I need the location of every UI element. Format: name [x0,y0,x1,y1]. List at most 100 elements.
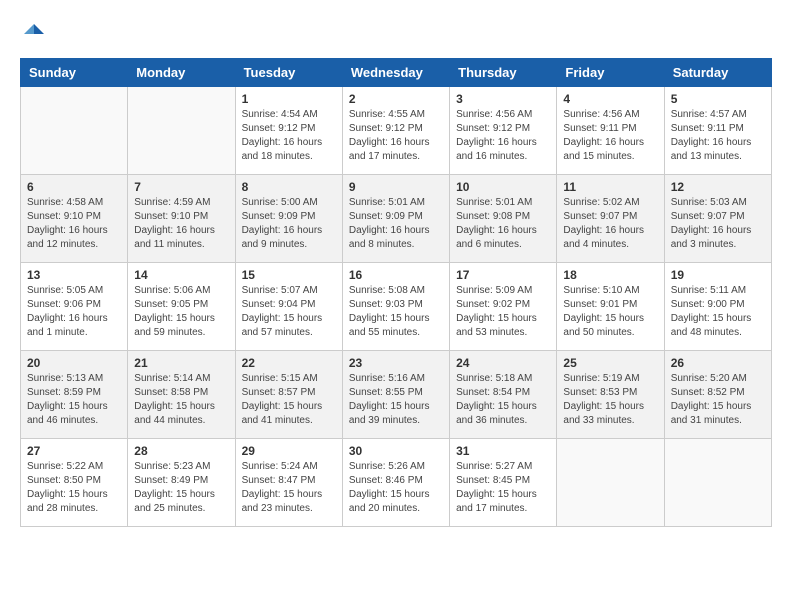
calendar-cell: 2 Sunrise: 4:55 AM Sunset: 9:12 PM Daylig… [342,87,449,175]
day-info: Sunrise: 5:07 AM Sunset: 9:04 PM Dayligh… [242,284,336,340]
logo [20,20,52,48]
calendar-cell: 8 Sunrise: 5:00 AM Sunset: 9:09 PM Daylig… [235,175,342,263]
day-number: 10 [456,180,550,194]
day-number: 9 [349,180,443,194]
day-info: Sunrise: 5:11 AM Sunset: 9:00 PM Dayligh… [671,284,765,340]
calendar-cell [664,439,771,527]
calendar-week-row: 13 Sunrise: 5:05 AM Sunset: 9:06 PM Dayli… [21,263,772,351]
day-info: Sunrise: 5:01 AM Sunset: 9:09 PM Dayligh… [349,196,443,252]
day-number: 17 [456,268,550,282]
day-info: Sunrise: 4:56 AM Sunset: 9:11 PM Dayligh… [563,108,657,164]
day-number: 14 [134,268,228,282]
calendar-cell: 19 Sunrise: 5:11 AM Sunset: 9:00 PM Dayli… [664,263,771,351]
weekday-header-tuesday: Tuesday [235,59,342,87]
calendar-cell [557,439,664,527]
page-header [20,20,772,48]
calendar-cell: 26Sunrise: 5:20 AM Sunset: 8:52 PM Dayli… [664,351,771,439]
weekday-header-wednesday: Wednesday [342,59,449,87]
calendar-cell: 6 Sunrise: 4:58 AM Sunset: 9:10 PM Daylig… [21,175,128,263]
calendar-cell: 31 Sunrise: 5:27 AM Sunset: 8:45 PM Dayli… [450,439,557,527]
weekday-header-saturday: Saturday [664,59,771,87]
day-number: 31 [456,444,550,458]
day-info: Sunrise: 4:55 AM Sunset: 9:12 PM Dayligh… [349,108,443,164]
calendar-cell: 20Sunrise: 5:13 AM Sunset: 8:59 PM Dayli… [21,351,128,439]
weekday-header-friday: Friday [557,59,664,87]
day-number: 4 [563,92,657,106]
day-number: 1 [242,92,336,106]
calendar-cell: 29 Sunrise: 5:24 AM Sunset: 8:47 PM Dayli… [235,439,342,527]
calendar-cell: 7 Sunrise: 4:59 AM Sunset: 9:10 PM Daylig… [128,175,235,263]
day-number: 16 [349,268,443,282]
day-number: 18 [563,268,657,282]
calendar-cell: 16 Sunrise: 5:08 AM Sunset: 9:03 PM Dayli… [342,263,449,351]
calendar-cell: 25Sunrise: 5:19 AM Sunset: 8:53 PM Dayli… [557,351,664,439]
day-info: Sunrise: 4:54 AM Sunset: 9:12 PM Dayligh… [242,108,336,164]
calendar-week-row: 27 Sunrise: 5:22 AM Sunset: 8:50 PM Dayli… [21,439,772,527]
calendar-cell: 13 Sunrise: 5:05 AM Sunset: 9:06 PM Dayli… [21,263,128,351]
day-info: Sunrise: 5:16 AM Sunset: 8:55 PM Dayligh… [349,372,443,428]
day-info: Sunrise: 5:03 AM Sunset: 9:07 PM Dayligh… [671,196,765,252]
calendar-cell: 22 Sunrise: 5:15 AM Sunset: 8:57 PM Dayli… [235,351,342,439]
weekday-header-sunday: Sunday [21,59,128,87]
calendar-week-row: 20Sunrise: 5:13 AM Sunset: 8:59 PM Dayli… [21,351,772,439]
calendar-cell: 1 Sunrise: 4:54 AM Sunset: 9:12 PM Daylig… [235,87,342,175]
calendar-cell: 5 Sunrise: 4:57 AM Sunset: 9:11 PM Daylig… [664,87,771,175]
calendar-table: SundayMondayTuesdayWednesdayThursdayFrid… [20,58,772,527]
day-number: 11 [563,180,657,194]
day-number: 5 [671,92,765,106]
day-info: Sunrise: 5:05 AM Sunset: 9:06 PM Dayligh… [27,284,121,340]
day-info: Sunrise: 5:24 AM Sunset: 8:47 PM Dayligh… [242,460,336,516]
calendar-cell: 18 Sunrise: 5:10 AM Sunset: 9:01 PM Dayli… [557,263,664,351]
day-info: Sunrise: 5:22 AM Sunset: 8:50 PM Dayligh… [27,460,121,516]
day-number: 15 [242,268,336,282]
calendar-cell: 27 Sunrise: 5:22 AM Sunset: 8:50 PM Dayli… [21,439,128,527]
day-info: Sunrise: 5:10 AM Sunset: 9:01 PM Dayligh… [563,284,657,340]
calendar-cell: 28 Sunrise: 5:23 AM Sunset: 8:49 PM Dayli… [128,439,235,527]
weekday-header-row: SundayMondayTuesdayWednesdayThursdayFrid… [21,59,772,87]
calendar-cell: 11 Sunrise: 5:02 AM Sunset: 9:07 PM Dayli… [557,175,664,263]
day-number: 7 [134,180,228,194]
calendar-cell: 17 Sunrise: 5:09 AM Sunset: 9:02 PM Dayli… [450,263,557,351]
day-number: 22 [242,356,336,370]
day-info: Sunrise: 5:20 AM Sunset: 8:52 PM Dayligh… [671,372,765,428]
calendar-cell: 12 Sunrise: 5:03 AM Sunset: 9:07 PM Dayli… [664,175,771,263]
calendar-cell: 24Sunrise: 5:18 AM Sunset: 8:54 PM Dayli… [450,351,557,439]
day-info: Sunrise: 5:00 AM Sunset: 9:09 PM Dayligh… [242,196,336,252]
day-info: Sunrise: 5:02 AM Sunset: 9:07 PM Dayligh… [563,196,657,252]
day-number: 27 [27,444,121,458]
calendar-cell: 3Sunrise: 4:56 AM Sunset: 9:12 PM Daylig… [450,87,557,175]
logo-icon [20,20,48,48]
day-number: 19 [671,268,765,282]
calendar-cell: 15 Sunrise: 5:07 AM Sunset: 9:04 PM Dayli… [235,263,342,351]
day-number: 28 [134,444,228,458]
day-info: Sunrise: 5:15 AM Sunset: 8:57 PM Dayligh… [242,372,336,428]
day-info: Sunrise: 5:06 AM Sunset: 9:05 PM Dayligh… [134,284,228,340]
calendar-cell: 4 Sunrise: 4:56 AM Sunset: 9:11 PM Daylig… [557,87,664,175]
day-number: 6 [27,180,121,194]
day-info: Sunrise: 4:59 AM Sunset: 9:10 PM Dayligh… [134,196,228,252]
calendar-cell: 10Sunrise: 5:01 AM Sunset: 9:08 PM Dayli… [450,175,557,263]
day-info: Sunrise: 5:09 AM Sunset: 9:02 PM Dayligh… [456,284,550,340]
calendar-cell: 23Sunrise: 5:16 AM Sunset: 8:55 PM Dayli… [342,351,449,439]
day-info: Sunrise: 4:57 AM Sunset: 9:11 PM Dayligh… [671,108,765,164]
day-number: 3 [456,92,550,106]
day-number: 8 [242,180,336,194]
weekday-header-thursday: Thursday [450,59,557,87]
day-info: Sunrise: 5:26 AM Sunset: 8:46 PM Dayligh… [349,460,443,516]
calendar-cell: 30 Sunrise: 5:26 AM Sunset: 8:46 PM Dayli… [342,439,449,527]
day-number: 2 [349,92,443,106]
day-info: Sunrise: 5:14 AM Sunset: 8:58 PM Dayligh… [134,372,228,428]
day-info: Sunrise: 4:58 AM Sunset: 9:10 PM Dayligh… [27,196,121,252]
day-number: 12 [671,180,765,194]
day-info: Sunrise: 5:23 AM Sunset: 8:49 PM Dayligh… [134,460,228,516]
day-info: Sunrise: 5:08 AM Sunset: 9:03 PM Dayligh… [349,284,443,340]
day-number: 13 [27,268,121,282]
calendar-cell: 9 Sunrise: 5:01 AM Sunset: 9:09 PM Daylig… [342,175,449,263]
day-number: 25 [563,356,657,370]
day-number: 29 [242,444,336,458]
calendar-cell: 21Sunrise: 5:14 AM Sunset: 8:58 PM Dayli… [128,351,235,439]
day-number: 30 [349,444,443,458]
day-info: Sunrise: 5:27 AM Sunset: 8:45 PM Dayligh… [456,460,550,516]
calendar-week-row: 6 Sunrise: 4:58 AM Sunset: 9:10 PM Daylig… [21,175,772,263]
day-info: Sunrise: 5:18 AM Sunset: 8:54 PM Dayligh… [456,372,550,428]
